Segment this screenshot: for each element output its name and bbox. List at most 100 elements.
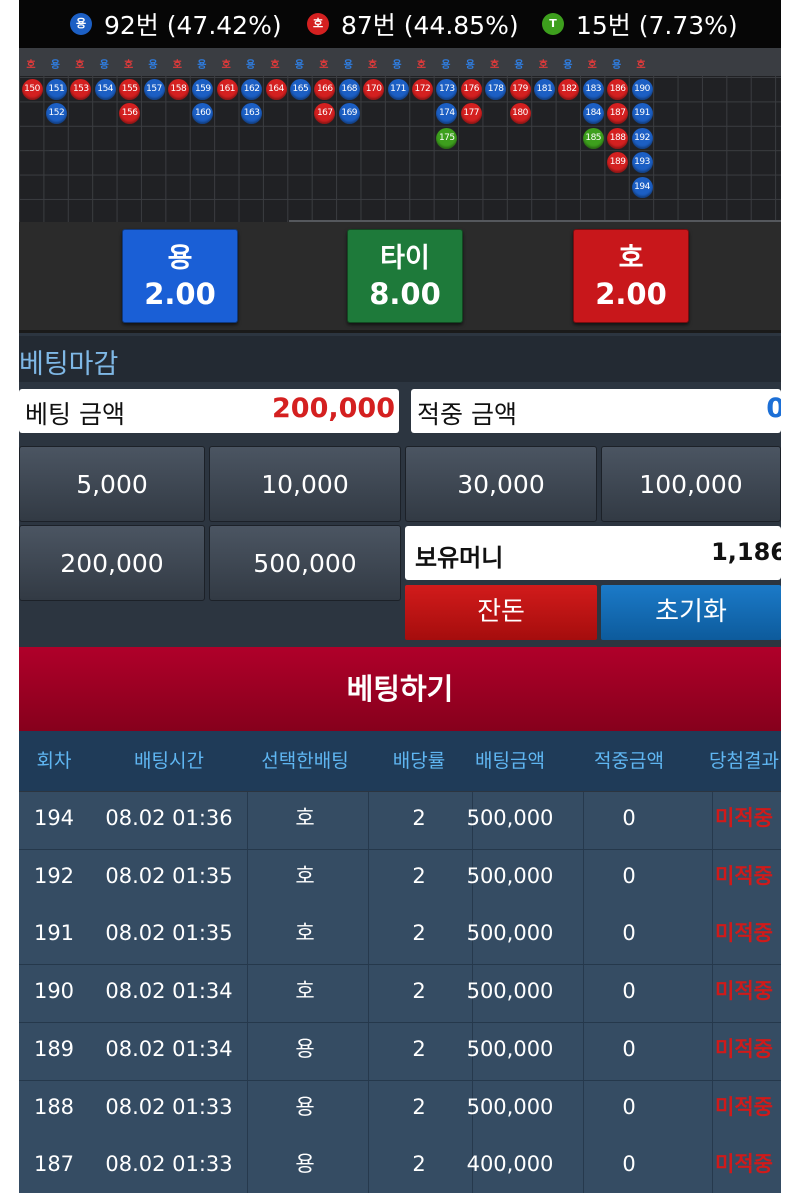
cell-round: 188: [33, 1094, 75, 1119]
road-ball: 179: [509, 79, 531, 100]
table-row: 188 08.02 01:33 용 2 500,000 0 미적중: [19, 1080, 781, 1139]
bet-amount-value: 200,000: [272, 393, 395, 424]
cell-round: 194: [33, 806, 75, 830]
col-result: 당첨결과: [709, 750, 779, 772]
dragon-bet-button[interactable]: 용 2.00: [122, 229, 238, 323]
tiger-bet-button[interactable]: 호 2.00: [573, 229, 689, 323]
cell-win-amount: 0: [622, 979, 636, 1004]
road-ball: 157: [143, 79, 165, 100]
tie-stat: T 15번 (7.73%): [542, 0, 738, 48]
bet-amount-field: 베팅 금액 200,000: [19, 389, 399, 433]
bet-amount-label: 베팅 금액: [25, 400, 125, 429]
cell-win-amount: 0: [622, 1152, 636, 1177]
road-ball: 176: [460, 79, 482, 100]
road-header-mark: 용: [563, 60, 573, 71]
table-row: 187 08.02 01:33 용 2 400,000 0 미적중: [19, 1138, 781, 1193]
road-ball: 175: [436, 127, 458, 149]
chip-100000-button[interactable]: 100,000: [601, 446, 781, 522]
road-ball: 162: [241, 79, 263, 100]
cell-time: 08.02 01:35: [105, 921, 233, 946]
betting-closed-label: 베팅마감: [19, 349, 119, 380]
tiger-label: 호: [618, 243, 644, 274]
col-choice: 선택한배팅: [261, 750, 349, 772]
road-header-mark: 용: [50, 60, 60, 71]
cell-round: 189: [33, 1036, 75, 1061]
road-header-mark: 용: [392, 60, 402, 71]
balance-value: 1,186: [711, 538, 781, 566]
road-ball: 180: [509, 103, 531, 125]
tiger-stat-text: 87번 (44.85%): [341, 11, 519, 40]
cell-round: 187: [33, 1152, 75, 1177]
cell-round: 191: [33, 921, 75, 946]
win-amount-value: 0: [766, 393, 781, 424]
place-bet-button[interactable]: 베팅하기: [19, 647, 781, 731]
road-ball: 183: [582, 79, 604, 100]
cell-odds: 2: [412, 1152, 426, 1177]
road-ball: 178: [485, 79, 507, 100]
table-row: 190 08.02 01:34 호 2 500,000 0 미적중: [19, 965, 781, 1024]
road-header-mark: 호: [75, 60, 85, 71]
road-ball: 172: [411, 79, 433, 100]
chip-500000-button[interactable]: 500,000: [209, 525, 401, 601]
reset-button[interactable]: 초기화: [601, 585, 781, 640]
road-ball: 164: [265, 79, 287, 100]
cell-choice: 용: [295, 1152, 315, 1177]
win-amount-label: 적중 금액: [417, 400, 517, 429]
cell-result: 미적중: [715, 1094, 773, 1119]
road-header-mark: 용: [245, 60, 256, 71]
chip-5000-button[interactable]: 5,000: [19, 446, 205, 522]
chip-10000-button[interactable]: 10,000: [209, 446, 401, 522]
road-ball: 158: [167, 79, 189, 100]
cell-bet-amount: 500,000: [466, 1094, 554, 1119]
road-header-mark: 용: [99, 60, 109, 71]
road-header-mark: 용: [465, 60, 475, 71]
history-table-header: 회차 배팅시간 선택한배팅 배당률 배팅금액 적중금액 당첨결과: [19, 731, 781, 791]
table-row: 189 08.02 01:34 용 2 500,000 0 미적중: [19, 1022, 781, 1081]
road-ball: 191: [631, 103, 653, 125]
road-header-mark: 용: [514, 60, 524, 71]
table-row: 192 08.02 01:35 호 2 500,000 0 미적중: [19, 849, 781, 908]
road-ball: 185: [582, 127, 604, 149]
chip-200000-button[interactable]: 200,000: [19, 525, 205, 601]
road-header-mark: 호: [123, 60, 134, 71]
table-row: 194 08.02 01:36 호 2 500,000 0 미적중: [19, 792, 781, 850]
betting-closed-bar: 베팅마감: [19, 336, 781, 382]
tiger-odds: 2.00: [595, 277, 667, 311]
tie-badge-icon: T: [542, 13, 564, 35]
win-amount-field: 적중 금액 0: [411, 389, 781, 433]
road-ball: 186: [607, 79, 629, 100]
app-frame: 용 92번 (47.42%) 호 87번 (44.85%) T 15번 (7.7…: [19, 0, 781, 1193]
cell-win-amount: 0: [622, 921, 636, 946]
cell-time: 08.02 01:34: [105, 1036, 233, 1061]
road-ball: 181: [533, 79, 555, 100]
road-ball: 171: [387, 79, 409, 100]
cell-result: 미적중: [715, 1036, 773, 1061]
road-header-mark: 용: [148, 60, 158, 71]
road-ball: 170: [363, 79, 385, 100]
road-header-mark: 호: [270, 60, 280, 71]
road-ball: 184: [582, 103, 604, 125]
chip-30000-button[interactable]: 30,000: [405, 446, 597, 522]
cell-result: 미적중: [715, 806, 773, 830]
table-row: 191 08.02 01:35 호 2 500,000 0 미적중: [19, 907, 781, 966]
road-ball: 155: [119, 79, 141, 100]
cell-result: 미적중: [715, 863, 773, 888]
road-ball: 161: [216, 79, 238, 100]
road-header-mark: 호: [26, 60, 36, 71]
road-header-mark: 호: [172, 60, 182, 71]
tie-label: 타이: [380, 243, 430, 274]
road-ball: 188: [607, 127, 629, 149]
col-odds: 배당률: [392, 750, 446, 772]
tie-odds: 8.00: [369, 277, 441, 311]
change-button[interactable]: 잔돈: [405, 585, 597, 640]
road-ball: 190: [631, 79, 653, 100]
col-time: 배팅시간: [134, 750, 204, 772]
cell-time: 08.02 01:33: [105, 1094, 233, 1119]
road-header-mark: 용: [441, 60, 451, 71]
balance-label: 보유머니: [415, 544, 504, 572]
road-header-mark: 호: [636, 60, 646, 71]
tie-bet-button[interactable]: 타이 8.00: [347, 229, 463, 323]
cell-round: 192: [33, 863, 75, 888]
road-ball: 165: [289, 79, 311, 100]
cell-choice: 용: [295, 1036, 315, 1061]
